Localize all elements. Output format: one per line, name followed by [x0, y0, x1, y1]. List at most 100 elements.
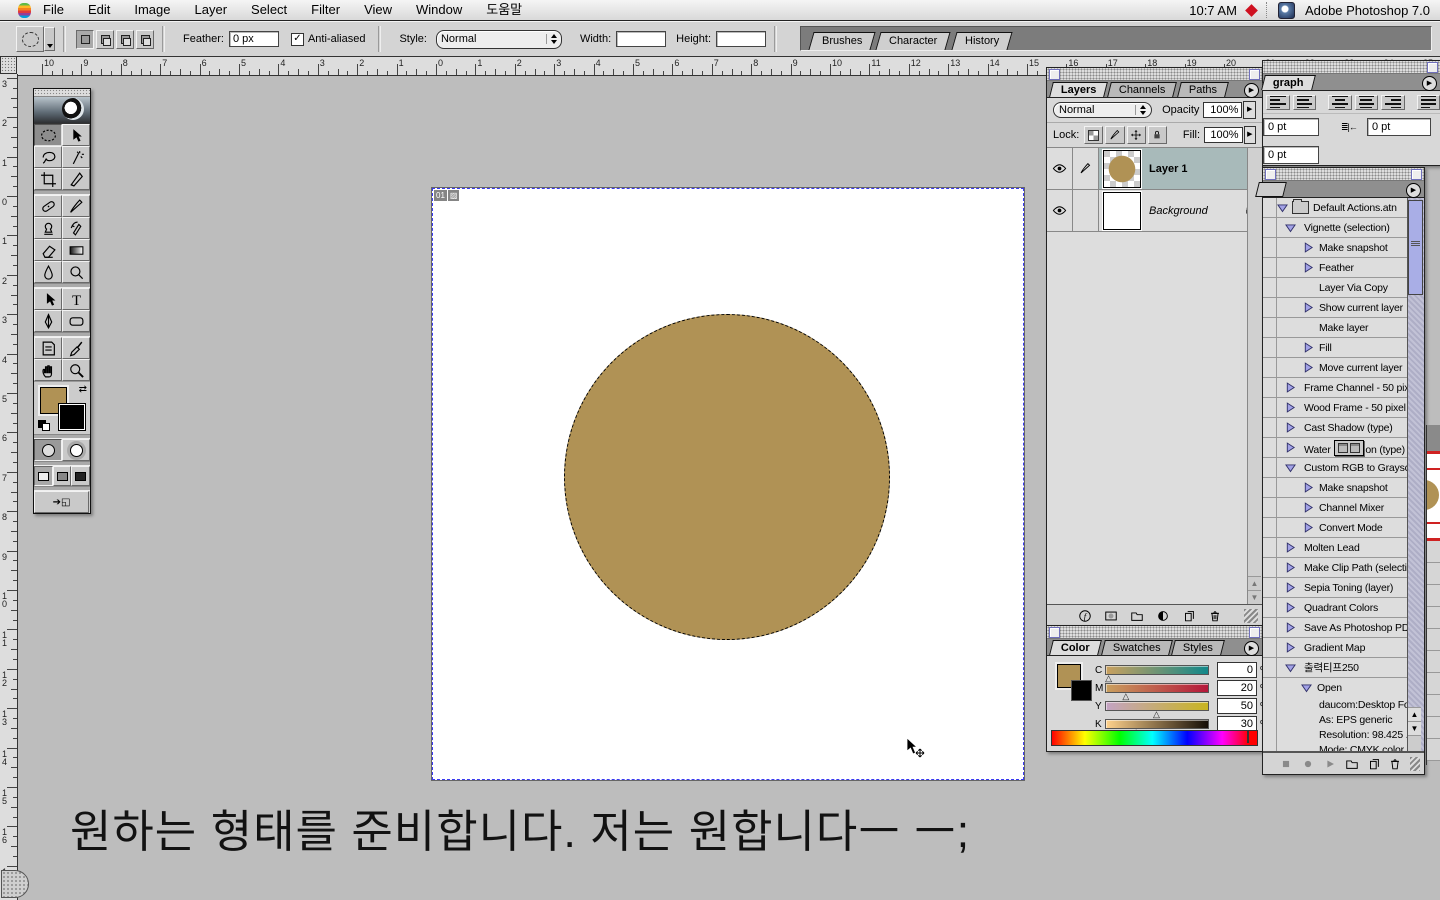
- tool-slice[interactable]: [62, 168, 90, 190]
- paragraph-title-bar[interactable]: [1263, 61, 1440, 74]
- action-item[interactable]: Fill: [1263, 337, 1408, 357]
- action-item[interactable]: Open: [1263, 677, 1408, 697]
- action-item[interactable]: Feather: [1263, 257, 1408, 277]
- height-input[interactable]: [716, 31, 766, 47]
- edit-cell[interactable]: [1073, 190, 1099, 231]
- delete-layer-button[interactable]: [1205, 608, 1225, 623]
- opacity-value[interactable]: 100%: [1203, 102, 1242, 118]
- align-left-2-button[interactable]: [1293, 95, 1317, 110]
- color-spectrum-ramp[interactable]: [1051, 730, 1258, 746]
- action-item[interactable]: Save As Photoshop PDF: [1263, 617, 1408, 637]
- tool-magic-wand[interactable]: [62, 146, 90, 168]
- align-left-button[interactable]: [1266, 95, 1290, 110]
- slider-track[interactable]: △: [1105, 665, 1209, 675]
- collapsed-window-tab[interactable]: [1, 870, 29, 898]
- anti-aliased-checkbox[interactable]: ✓: [291, 33, 304, 46]
- fullscreen-button[interactable]: [71, 466, 90, 486]
- lock-position-button[interactable]: [1127, 126, 1146, 144]
- stop-button[interactable]: [1279, 756, 1294, 771]
- layers-palette-title-bar[interactable]: [1047, 68, 1262, 81]
- align-center-button[interactable]: [1328, 95, 1352, 110]
- swap-colors-icon[interactable]: ⇄: [79, 384, 87, 395]
- slider-track[interactable]: △: [1105, 719, 1209, 729]
- tab-history[interactable]: History: [951, 32, 1012, 50]
- new-layer-button[interactable]: [1179, 608, 1199, 623]
- tool-preset-dropdown[interactable]: [44, 27, 55, 51]
- action-item[interactable]: Convert Mode: [1263, 517, 1408, 537]
- indent-left-field[interactable]: 0 pt: [1263, 118, 1319, 136]
- fill-slider-button[interactable]: ▶: [1244, 126, 1256, 144]
- new-selection-button[interactable]: [76, 30, 94, 49]
- action-item[interactable]: Make snapshot: [1263, 477, 1408, 497]
- white-black-swatches[interactable]: [1247, 731, 1257, 745]
- action-item[interactable]: Mode: CMYK color: [1263, 742, 1408, 752]
- action-item[interactable]: Custom RGB to Graysc...: [1263, 457, 1408, 477]
- tool-hand[interactable]: [34, 359, 62, 381]
- application-switcher-icon[interactable]: [1245, 4, 1258, 17]
- action-item[interactable]: Wood Frame - 50 pixel: [1263, 397, 1408, 417]
- jump-to-imageready-button[interactable]: ➔◱: [34, 491, 89, 513]
- active-app-name[interactable]: Adobe Photoshop 7.0: [1305, 3, 1430, 18]
- tool-pen[interactable]: [34, 310, 62, 332]
- tool-notes[interactable]: [34, 337, 62, 359]
- opacity-slider-button[interactable]: ▶: [1243, 101, 1256, 119]
- tool-eraser[interactable]: [34, 239, 62, 261]
- menu-layer[interactable]: Layer: [183, 0, 240, 20]
- visibility-cell[interactable]: [1047, 148, 1073, 189]
- indent-first-line-field[interactable]: 0 pt: [1263, 146, 1319, 164]
- action-item[interactable]: Layer Via Copy: [1263, 277, 1408, 297]
- tool-shape[interactable]: [62, 310, 90, 332]
- layer-row[interactable]: Background: [1047, 190, 1262, 232]
- tool-dodge[interactable]: [62, 261, 90, 283]
- menu-select[interactable]: Select: [239, 0, 299, 20]
- layer-thumbnail[interactable]: [1103, 150, 1141, 188]
- slider-track[interactable]: △: [1105, 683, 1209, 693]
- collapse-box-icon[interactable]: [1411, 169, 1422, 180]
- palette-menu-icon[interactable]: ▶: [1244, 83, 1259, 98]
- quick-mask-button[interactable]: [62, 439, 90, 461]
- action-item[interactable]: Vignette (selection): [1263, 217, 1408, 237]
- width-input[interactable]: [616, 31, 666, 47]
- tab-layers[interactable]: Layers: [1049, 82, 1108, 97]
- scroll-up-icon[interactable]: ▲: [1408, 707, 1421, 721]
- action-item[interactable]: Molten Lead: [1263, 537, 1408, 557]
- default-colors-icon[interactable]: [38, 420, 50, 431]
- tool-blur[interactable]: [34, 261, 62, 283]
- actions-scrollbar[interactable]: ▲ ▼: [1407, 198, 1424, 751]
- ruler-origin-corner[interactable]: [0, 56, 17, 74]
- resize-grip[interactable]: [1244, 609, 1258, 623]
- action-item[interactable]: Gradient Map: [1263, 637, 1408, 657]
- elliptical-selection[interactable]: [564, 314, 890, 640]
- apple-menu-icon[interactable]: [18, 3, 31, 18]
- scrollbar-thumb[interactable]: [1408, 200, 1423, 295]
- lock-all-button[interactable]: [1148, 126, 1167, 144]
- menu-도움말[interactable]: 도움말: [474, 0, 534, 20]
- action-item[interactable]: As: EPS generic: [1263, 712, 1408, 727]
- photoshop-app-icon[interactable]: [1278, 2, 1295, 19]
- lock-transparency-button[interactable]: [1084, 126, 1103, 144]
- collapse-box-icon[interactable]: [1427, 62, 1438, 73]
- menu-view[interactable]: View: [352, 0, 404, 20]
- new-action-button[interactable]: [1366, 756, 1381, 771]
- menu-filter[interactable]: Filter: [299, 0, 352, 20]
- play-button[interactable]: [1323, 756, 1338, 771]
- document-canvas[interactable]: 01 ▨: [431, 187, 1025, 781]
- slider-value[interactable]: 0: [1217, 662, 1257, 678]
- tab-channels[interactable]: Channels: [1108, 82, 1178, 97]
- slider-value[interactable]: 20: [1217, 680, 1257, 696]
- current-tool-preview[interactable]: [16, 26, 44, 52]
- style-dropdown[interactable]: Normal: [436, 30, 562, 49]
- delete-button[interactable]: [1388, 756, 1403, 771]
- action-item[interactable]: Make Clip Path (selectio...: [1263, 557, 1408, 577]
- new-set-button[interactable]: [1344, 756, 1359, 771]
- subtract-from-selection-button[interactable]: [116, 30, 134, 49]
- tool-brush[interactable]: [62, 195, 90, 217]
- action-item[interactable]: Water on (type): [1263, 437, 1408, 457]
- layer-thumbnail[interactable]: [1103, 192, 1141, 230]
- tool-path-selection[interactable]: [34, 288, 62, 310]
- background-color-swatch[interactable]: [59, 404, 85, 430]
- scroll-down-icon[interactable]: ▼: [1248, 590, 1261, 604]
- close-box-icon[interactable]: [1049, 69, 1060, 80]
- photoshop-logo-button[interactable]: [34, 97, 90, 124]
- palette-menu-icon[interactable]: ▶: [1422, 76, 1437, 91]
